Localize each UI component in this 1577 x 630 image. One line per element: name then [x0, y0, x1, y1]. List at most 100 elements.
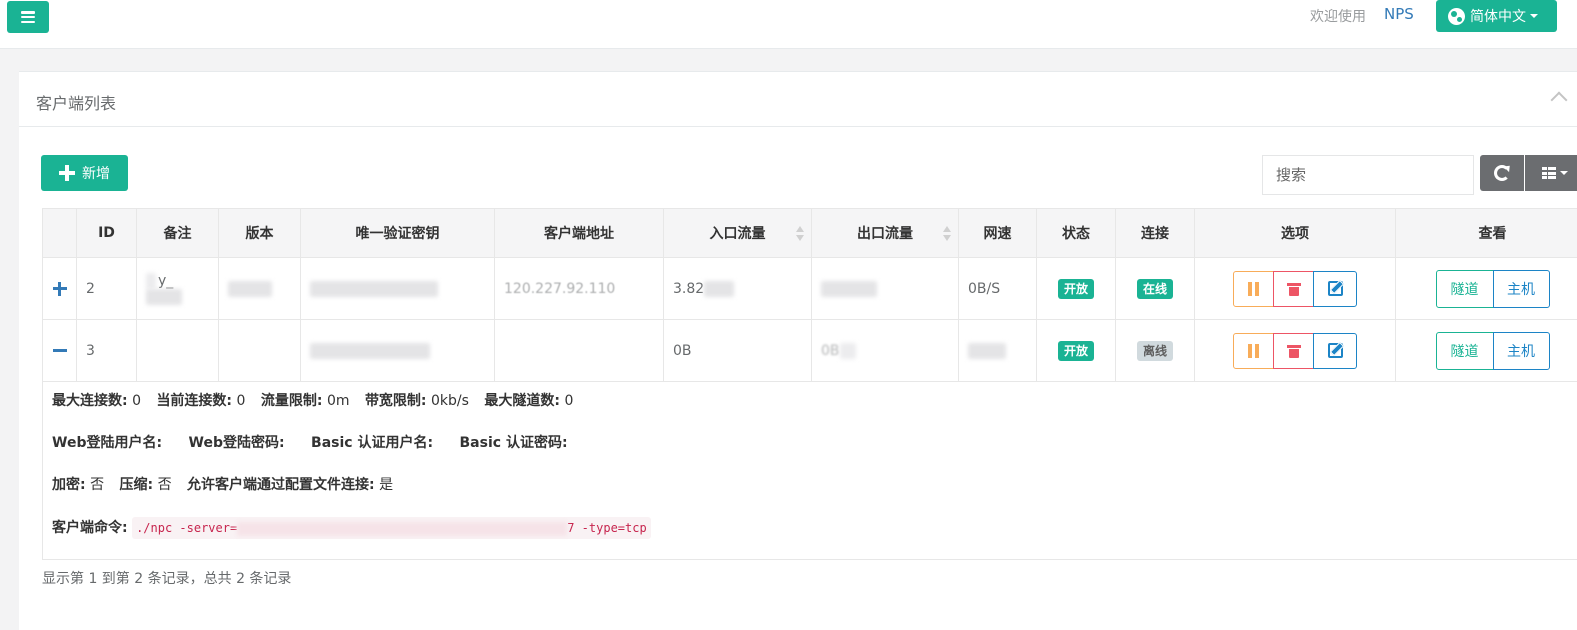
- cell-speed: [958, 319, 1037, 382]
- tunnel-button[interactable]: 隧道: [1435, 269, 1494, 308]
- pause-button[interactable]: [1233, 332, 1274, 369]
- header-address[interactable]: 客户端地址: [494, 208, 664, 258]
- compress-label: 压缩:: [119, 477, 154, 493]
- cmd-label: 客户端命令:: [52, 520, 128, 536]
- redacted-block: [968, 342, 1006, 359]
- cmd-suffix: 7 -type=tcp: [567, 521, 647, 535]
- config-conn-label: 允许客户端通过配置文件连接:: [187, 477, 375, 493]
- sort-icon: [796, 226, 804, 242]
- redacted-block: [146, 272, 156, 289]
- brand-link[interactable]: NPS: [1384, 5, 1414, 23]
- plus-icon[interactable]: [52, 281, 67, 296]
- detail-row: 最大连接数: 0 当前连接数: 0 流量限制: 0m 带宽限制: 0kb/s 最…: [42, 381, 1577, 560]
- host-button[interactable]: 主机: [1492, 269, 1550, 308]
- max-conn-label: 最大连接数:: [52, 393, 128, 409]
- header-remark[interactable]: 备注: [136, 208, 219, 258]
- pagination-summary: 显示第 1 到第 2 条记录，总共 2 条记录: [42, 571, 292, 587]
- panel-divider: [19, 126, 1577, 127]
- detail-cell: 最大连接数: 0 当前连接数: 0 流量限制: 0m 带宽限制: 0kb/s 最…: [42, 381, 1577, 560]
- header-options: 选项: [1194, 208, 1396, 258]
- client-table: ID 备注 版本 唯一验证密钥 客户端地址 入口流量 出口流量 网速 状态 连接…: [42, 208, 1577, 560]
- flow-limit-label: 流量限制:: [260, 393, 323, 409]
- globe-icon: [1448, 7, 1465, 25]
- pause-button[interactable]: [1233, 270, 1274, 307]
- delete-button[interactable]: [1273, 270, 1314, 307]
- inflow-text: 0B: [673, 342, 692, 359]
- header-inflow[interactable]: 入口流量: [663, 208, 812, 258]
- client-list-panel: 客户端列表 新增 ID 备注 版本 唯一验证密钥 客户端地址 入口流量: [19, 71, 1577, 630]
- header-speed[interactable]: 网速: [958, 208, 1037, 258]
- expand-cell[interactable]: [42, 319, 77, 382]
- header-id[interactable]: ID: [76, 208, 137, 258]
- options-button-group: [1204, 270, 1386, 307]
- edit-icon: [1327, 343, 1343, 358]
- header-status[interactable]: 状态: [1036, 208, 1116, 258]
- detail-flags: 加密: 否 压缩: 否 允许客户端通过配置文件连接: 是: [52, 475, 1577, 517]
- cell-address: 120.227.92.110: [494, 257, 664, 320]
- web-pass-label: Web登陆密码:: [188, 435, 285, 451]
- redacted-block: [237, 521, 568, 536]
- edit-icon: [1327, 281, 1343, 296]
- header-vkey[interactable]: 唯一验证密钥: [300, 208, 495, 258]
- rate-limit-value: 0kb/s: [431, 393, 469, 409]
- sort-icon: [943, 226, 951, 242]
- top-navbar: 欢迎使用 NPS 简体中文: [0, 0, 1577, 49]
- cell-inflow: 0B: [663, 319, 812, 382]
- header-view: 查看: [1395, 208, 1577, 258]
- language-dropdown[interactable]: 简体中文: [1436, 0, 1557, 32]
- cur-conn-label: 当前连接数:: [156, 393, 233, 409]
- status-badge: 开放: [1057, 278, 1094, 299]
- header-connection[interactable]: 连接: [1115, 208, 1195, 258]
- edit-button[interactable]: [1313, 332, 1357, 369]
- chevron-up-icon[interactable]: [1550, 91, 1568, 109]
- add-client-button[interactable]: 新增: [41, 155, 128, 191]
- address-text: 120.227.92.110: [504, 280, 616, 297]
- cell-remark: y_: [136, 257, 219, 320]
- flow-limit-value: 0m: [326, 393, 350, 409]
- table-row: 2 y_ 120.227.92.110 3.82 0B/S 开放 在线 隧道 主…: [42, 257, 1577, 320]
- cell-options: [1194, 257, 1396, 320]
- trash-icon: [1286, 282, 1301, 296]
- cell-id: 2: [76, 257, 137, 320]
- pause-icon: [1248, 281, 1259, 296]
- remark-text: y_: [158, 272, 174, 289]
- web-user-label: Web登陆用户名:: [52, 435, 163, 451]
- header-outflow[interactable]: 出口流量: [811, 208, 959, 258]
- delete-button[interactable]: [1273, 332, 1314, 369]
- refresh-button[interactable]: [1480, 155, 1524, 191]
- tunnel-button[interactable]: 隧道: [1435, 331, 1494, 370]
- redacted-block: [228, 280, 272, 297]
- minus-icon[interactable]: [52, 344, 67, 358]
- panel-title: 客户端列表: [36, 94, 117, 113]
- header-version[interactable]: 版本: [218, 208, 301, 258]
- redacted-block: [704, 280, 735, 297]
- detail-limits: 最大连接数: 0 当前连接数: 0 流量限制: 0m 带宽限制: 0kb/s 最…: [52, 391, 1577, 433]
- inflow-text: 3.82: [673, 280, 705, 297]
- connection-badge: 离线: [1136, 340, 1173, 361]
- columns-toggle-button[interactable]: [1525, 155, 1577, 191]
- host-button[interactable]: 主机: [1492, 331, 1550, 370]
- grid-icon: [1542, 167, 1556, 179]
- cell-status: 开放: [1036, 257, 1116, 320]
- search-input[interactable]: [1262, 155, 1474, 195]
- plus-icon: [59, 165, 75, 181]
- table-row: 3 0B 0B 开放 离线 隧道 主机: [42, 319, 1577, 382]
- cell-options: [1194, 319, 1396, 382]
- max-conn-value: 0: [132, 393, 141, 409]
- cmd-prefix: ./npc -server=: [136, 521, 238, 535]
- redacted-block: [839, 342, 856, 359]
- redacted-block: [310, 280, 438, 297]
- edit-button[interactable]: [1313, 270, 1357, 307]
- table-header-row: ID 备注 版本 唯一验证密钥 客户端地址 入口流量 出口流量 网速 状态 连接…: [42, 208, 1577, 258]
- max-tunnel-value: 0: [564, 393, 574, 409]
- cur-conn-value: 0: [236, 393, 246, 409]
- compress-value: 否: [157, 477, 172, 493]
- cell-status: 开放: [1036, 319, 1116, 382]
- sidebar-toggle-button[interactable]: [7, 1, 49, 33]
- redacted-block: [821, 280, 877, 297]
- view-button-group: 隧道 主机: [1405, 331, 1577, 370]
- expand-cell[interactable]: [42, 257, 77, 320]
- cell-connection: 在线: [1115, 257, 1195, 320]
- cell-outflow: [811, 257, 959, 320]
- cell-view: 隧道 主机: [1395, 257, 1577, 320]
